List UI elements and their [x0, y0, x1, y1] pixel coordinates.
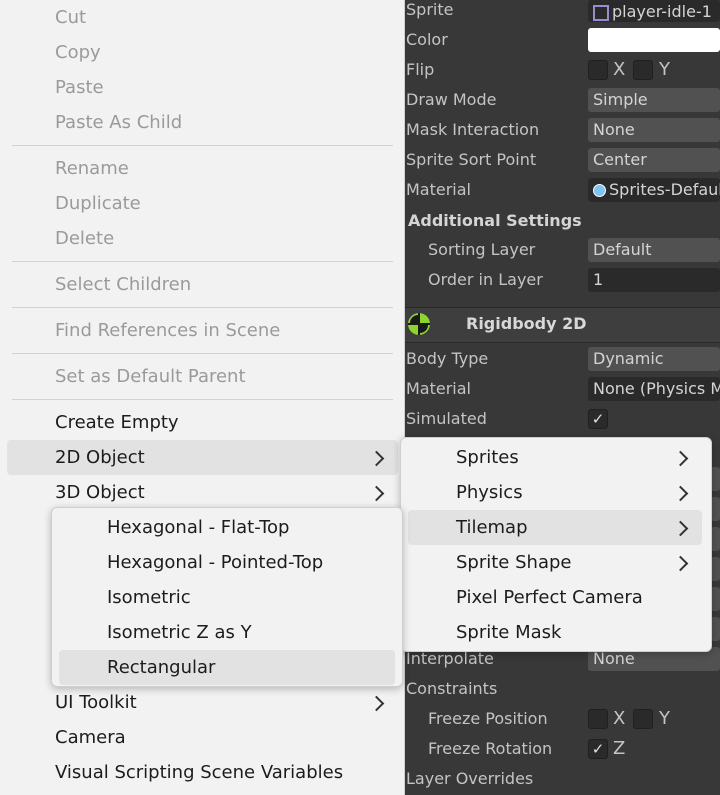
freeze-position-x-checkbox[interactable] — [588, 709, 608, 729]
sprite-sort-point-label: Sprite Sort Point — [406, 150, 537, 169]
menu-separator — [12, 261, 393, 262]
color-label: Color — [406, 30, 448, 49]
menu-item-label: 3D Object — [55, 482, 145, 503]
menu-item-label: Hexagonal - Flat-Top — [107, 517, 290, 538]
menu-separator — [12, 353, 393, 354]
freeze-position-label: Freeze Position — [428, 709, 548, 728]
menu-item-label: Isometric — [107, 587, 191, 608]
submenu-2d-object: Sprites Physics Tilemap Sprite Shape Pix… — [400, 437, 712, 652]
chevron-right-icon — [672, 555, 689, 572]
menu-separator — [12, 307, 393, 308]
chevron-right-icon — [368, 695, 385, 712]
freeze-position-y-label: Y — [659, 708, 670, 729]
sprite-label: Sprite — [406, 0, 454, 19]
menu-separator — [12, 145, 393, 146]
body-type-label: Body Type — [406, 349, 489, 368]
menu-item-label: Select Children — [55, 274, 192, 295]
menu-item-label: Camera — [55, 727, 126, 748]
flip-y-checkbox[interactable] — [633, 60, 653, 80]
layer-overrides-foldout[interactable]: Layer Overrides — [406, 764, 533, 794]
draw-mode-dropdown[interactable]: Simple — [588, 88, 720, 112]
freeze-rotation-z-checkbox[interactable]: ✓ — [588, 739, 608, 759]
freeze-position-y-checkbox[interactable] — [633, 709, 653, 729]
menu-item-label: Sprite Shape — [456, 552, 572, 573]
order-in-layer-field[interactable]: 1 — [588, 268, 720, 292]
simulated-label: Simulated — [406, 409, 487, 428]
menu-item-label: Set as Default Parent — [55, 366, 246, 387]
sorting-layer-label: Sorting Layer — [428, 240, 536, 259]
chevron-right-icon — [368, 485, 385, 502]
constraints-foldout[interactable]: Constraints — [406, 674, 497, 704]
chevron-right-icon — [672, 485, 689, 502]
mask-interaction-label: Mask Interaction — [406, 120, 540, 139]
material-label: Material — [406, 180, 471, 199]
menu-item-label: Sprites — [456, 447, 519, 468]
menu-item-label: Create Empty — [55, 412, 179, 433]
menu-item-label: Visual Scripting Scene Variables — [55, 762, 344, 783]
menu-item-label: Delete — [55, 228, 115, 249]
menu-item-label: Pixel Perfect Camera — [456, 587, 643, 608]
menu-item-label: Find References in Scene — [55, 320, 281, 341]
menu-item-label: Tilemap — [456, 517, 528, 538]
material-value: Sprites-Default — [609, 180, 720, 199]
sprite-field[interactable]: player-idle-1 — [588, 0, 720, 22]
menu-item-label: Sprite Mask — [456, 622, 562, 643]
chevron-right-icon — [672, 450, 689, 467]
rb-material-label: Material — [406, 379, 471, 398]
menu-item-label: Duplicate — [55, 193, 141, 214]
simulated-checkbox[interactable]: ✓ — [588, 409, 608, 429]
rigidbody-icon — [408, 313, 430, 335]
menu-item-label: Copy — [55, 42, 101, 63]
order-in-layer-label: Order in Layer — [428, 270, 543, 289]
rigidbody-title: Rigidbody 2D — [466, 314, 587, 333]
menu-item-label: Paste — [55, 77, 104, 98]
flip-x-label: X — [613, 59, 626, 80]
menu-item-label: Rectangular — [107, 657, 216, 678]
submenu-tilemap: Hexagonal - Flat-Top Hexagonal - Pointed… — [51, 507, 403, 687]
color-swatch[interactable] — [588, 28, 720, 52]
flip-x-checkbox[interactable] — [588, 60, 608, 80]
flip-label: Flip — [406, 60, 435, 79]
flip-y-label: Y — [659, 59, 670, 80]
sprite-asset-icon — [593, 4, 609, 21]
material-field[interactable]: Sprites-Default — [588, 178, 720, 202]
rb-material-field[interactable]: None (Physics Material 2D) — [588, 377, 720, 401]
body-type-dropdown[interactable]: Dynamic — [588, 347, 720, 371]
menu-item-label: Physics — [456, 482, 523, 503]
menu-item-label: Hexagonal - Pointed-Top — [107, 552, 324, 573]
draw-mode-label: Draw Mode — [406, 90, 497, 109]
additional-settings-header[interactable]: Additional Settings — [408, 206, 582, 236]
freeze-rotation-label: Freeze Rotation — [428, 739, 553, 758]
menu-separator — [12, 399, 393, 400]
freeze-rotation-z-label: Z — [613, 738, 626, 759]
menu-item-tilemap-highlight — [408, 510, 702, 545]
menu-item-label: Cut — [55, 7, 87, 28]
menu-item-label: Rename — [55, 158, 129, 179]
mask-interaction-dropdown[interactable]: None — [588, 118, 720, 142]
sprite-sort-point-dropdown[interactable]: Center — [588, 148, 720, 172]
material-asset-icon — [593, 184, 606, 197]
sorting-layer-dropdown[interactable]: Default — [588, 238, 720, 262]
menu-item-label: 2D Object — [55, 447, 145, 468]
menu-item-label: UI Toolkit — [55, 692, 137, 713]
menu-item-label: Paste As Child — [55, 112, 183, 133]
sprite-value: player-idle-1 — [612, 2, 712, 21]
freeze-position-x-label: X — [613, 708, 626, 729]
menu-item-label: Isometric Z as Y — [107, 622, 252, 643]
